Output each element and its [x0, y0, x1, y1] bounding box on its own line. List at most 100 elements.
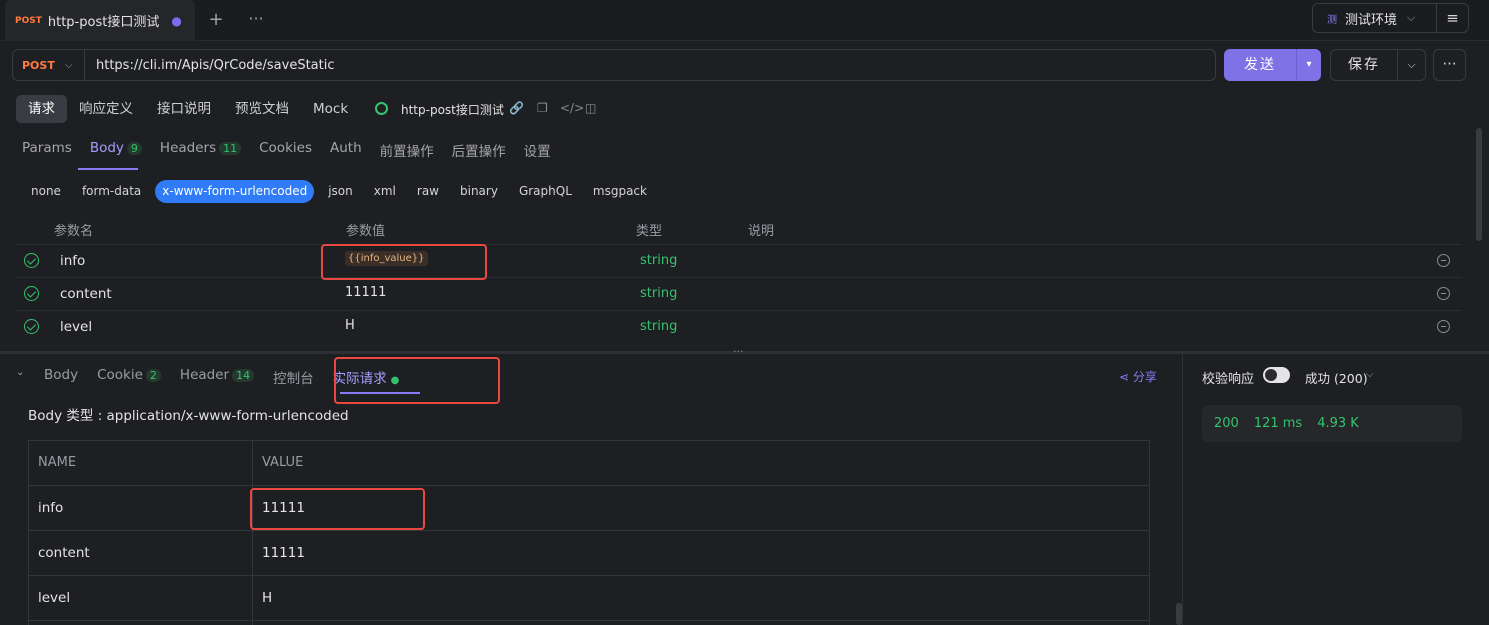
- column-header-value: VALUE: [262, 455, 304, 470]
- param-value[interactable]: H: [345, 318, 355, 333]
- highlight-box: [321, 244, 487, 280]
- panel-divider: [1182, 354, 1183, 625]
- status-select[interactable]: 成功 (200): [1305, 368, 1368, 387]
- request-tab[interactable]: POST http-post接口测试 ●: [5, 0, 195, 41]
- body-type-xml[interactable]: xml: [367, 180, 403, 203]
- link-icon[interactable]: 🔗: [509, 101, 524, 115]
- chevron-down-icon: ⌵: [1407, 11, 1416, 24]
- request-tabs: Params Body 9 Headers 11 Cookies Auth 前置操作…: [22, 140, 551, 164]
- chevron-down-icon[interactable]: ⌵: [1366, 369, 1374, 380]
- tab-method: POST: [15, 15, 42, 26]
- save-button[interactable]: 保存: [1330, 49, 1398, 81]
- tab-settings[interactable]: 设置: [524, 140, 551, 164]
- tab-title: http-post接口测试: [47, 15, 160, 30]
- body-count-badge: 9: [126, 142, 142, 155]
- add-tab-icon[interactable]: +: [206, 9, 226, 31]
- response-size: 4.93 K: [1317, 416, 1359, 431]
- send-dropdown-icon[interactable]: ▾: [1296, 49, 1321, 81]
- table-header: NAME VALUE: [29, 441, 1149, 486]
- remove-row-icon[interactable]: [1437, 287, 1450, 300]
- tab-post-script[interactable]: 后置操作: [452, 140, 506, 164]
- resp-tab-cookie[interactable]: Cookie 2: [97, 367, 161, 387]
- mode-tab-response-def[interactable]: 响应定义: [67, 95, 145, 123]
- active-tab-underline: [78, 168, 138, 170]
- column-header-type: 类型: [636, 224, 663, 239]
- send-button[interactable]: 发送: [1224, 49, 1296, 81]
- row-name: level: [38, 590, 71, 606]
- tab-body[interactable]: Body 9: [90, 140, 142, 164]
- body-type-raw[interactable]: raw: [410, 180, 446, 203]
- panel-icon[interactable]: ◫: [585, 101, 596, 115]
- param-name[interactable]: level: [60, 319, 92, 335]
- mode-tab-preview[interactable]: 预览文档: [223, 95, 301, 123]
- method-label: POST: [22, 58, 55, 72]
- column-header-name: 参数名: [54, 224, 94, 239]
- body-type-graphql[interactable]: GraphQL: [512, 180, 579, 203]
- more-options-icon[interactable]: ···: [1433, 49, 1466, 81]
- menu-icon[interactable]: ≡: [1437, 3, 1469, 33]
- scrollbar[interactable]: [1476, 128, 1482, 241]
- mode-tabs: 请求 响应定义 接口说明 预览文档 Mock: [16, 95, 360, 123]
- method-select[interactable]: POST ⌵: [12, 49, 85, 81]
- scrollbar[interactable]: [1176, 603, 1182, 625]
- more-tabs-icon[interactable]: ···: [244, 9, 268, 31]
- body-type-form-data[interactable]: form-data: [75, 180, 148, 203]
- response-stats: 200 121 ms 4.93 K: [1202, 405, 1462, 442]
- resp-tab-console[interactable]: 控制台: [273, 367, 314, 387]
- table-row: level H: [29, 576, 1149, 621]
- cookie-count-badge: 2: [145, 369, 161, 382]
- environment-label: 测试环境: [1345, 12, 1398, 28]
- mode-tab-request[interactable]: 请求: [16, 95, 67, 123]
- url-input[interactable]: [85, 49, 1216, 81]
- highlight-box: [250, 488, 425, 530]
- param-type[interactable]: string: [640, 286, 677, 301]
- body-type-none[interactable]: none: [24, 180, 68, 203]
- row-name: info: [38, 500, 64, 516]
- save-dropdown-icon[interactable]: ⌵: [1398, 49, 1426, 81]
- remove-row-icon[interactable]: [1437, 320, 1450, 333]
- body-type-selector: none form-data x-www-form-urlencoded jso…: [24, 180, 661, 203]
- tab-cookies[interactable]: Cookies: [259, 140, 312, 164]
- column-separator: [252, 441, 253, 625]
- checkbox-checked-icon[interactable]: [24, 319, 39, 334]
- resp-tab-body[interactable]: Body: [44, 367, 78, 387]
- remove-row-icon[interactable]: [1437, 254, 1450, 267]
- panel-splitter[interactable]: [0, 351, 1489, 354]
- highlight-box: [334, 357, 500, 404]
- param-type[interactable]: string: [640, 319, 677, 334]
- checkbox-checked-icon[interactable]: [24, 253, 39, 268]
- param-name[interactable]: info: [60, 253, 85, 269]
- tab-params[interactable]: Params: [22, 140, 72, 164]
- tab-headers[interactable]: Headers 11: [160, 140, 242, 164]
- mode-tab-mock[interactable]: Mock: [301, 95, 360, 123]
- drag-handle-icon[interactable]: ···: [733, 345, 744, 358]
- unsaved-dot-icon: ●: [171, 13, 182, 28]
- param-value[interactable]: 11111: [345, 285, 386, 300]
- column-header-desc: 说明: [748, 224, 775, 239]
- code-icon[interactable]: </>: [560, 101, 584, 115]
- collapse-icon[interactable]: ⌄: [16, 367, 24, 378]
- mode-tab-api-doc[interactable]: 接口说明: [145, 95, 223, 123]
- body-type-json[interactable]: json: [321, 180, 360, 203]
- row-value: 11111: [262, 545, 305, 561]
- param-type[interactable]: string: [640, 253, 677, 268]
- column-header-value: 参数值: [346, 224, 386, 239]
- chevron-down-icon: ⌵: [64, 59, 73, 71]
- environment-icon: 测: [1327, 14, 1337, 26]
- body-type-msgpack[interactable]: msgpack: [586, 180, 654, 203]
- tab-pre-script[interactable]: 前置操作: [380, 140, 434, 164]
- environment-select[interactable]: 测 测试环境 ⌵: [1312, 3, 1437, 33]
- tab-auth[interactable]: Auth: [330, 140, 362, 164]
- param-row: info {{info_value}} string: [16, 244, 1462, 277]
- share-button[interactable]: ⋖ 分享: [1119, 368, 1157, 385]
- body-type-urlencoded[interactable]: x-www-form-urlencoded: [155, 180, 315, 203]
- copy-icon[interactable]: ❐: [537, 101, 548, 115]
- resp-tab-header[interactable]: Header 14: [180, 367, 255, 387]
- api-name: http-post接口测试: [401, 103, 504, 117]
- row-name: content: [38, 545, 90, 561]
- param-row: content 11111 string: [16, 277, 1462, 310]
- param-name[interactable]: content: [60, 286, 112, 302]
- verify-response-toggle[interactable]: [1263, 367, 1290, 383]
- body-type-binary[interactable]: binary: [453, 180, 505, 203]
- checkbox-checked-icon[interactable]: [24, 286, 39, 301]
